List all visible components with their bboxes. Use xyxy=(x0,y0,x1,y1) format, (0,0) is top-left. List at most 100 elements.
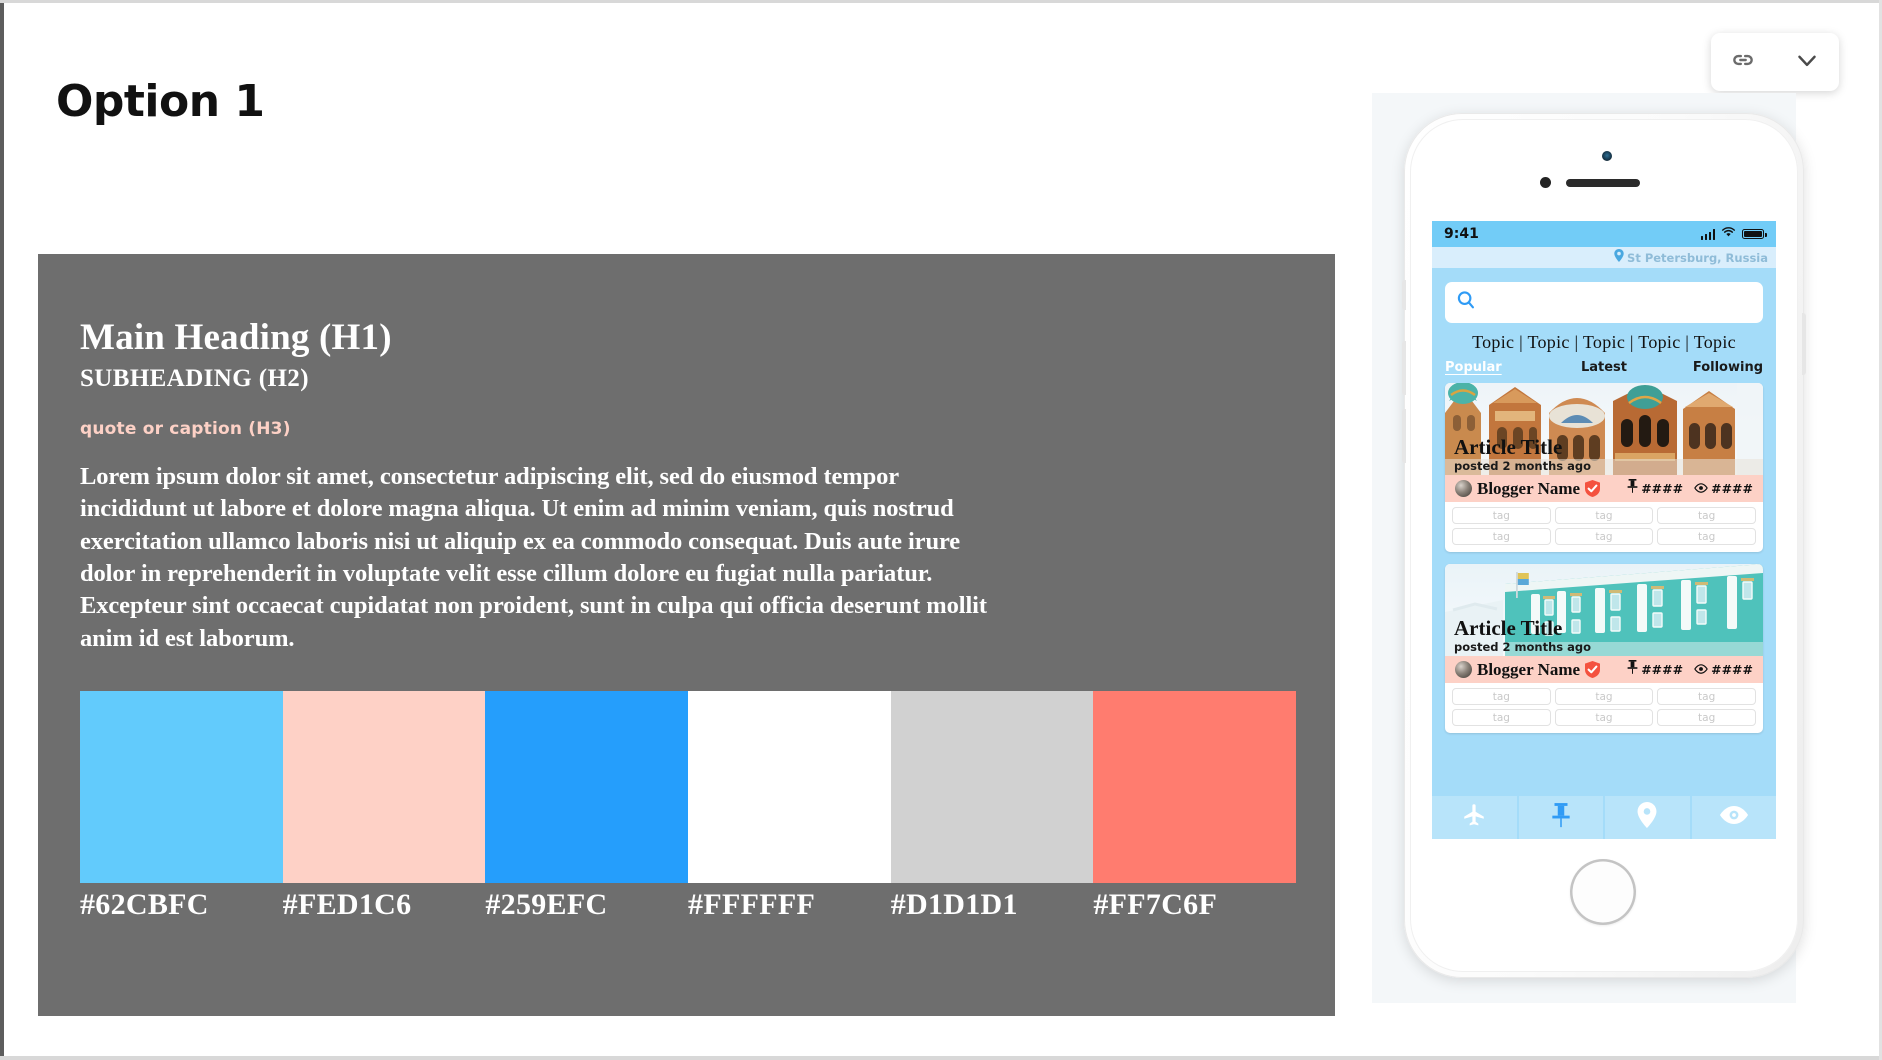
article-timestamp: posted 2 months ago xyxy=(1454,640,1592,654)
feed-tabs: Popular Latest Following xyxy=(1432,357,1776,383)
view-count: #### xyxy=(1711,481,1753,496)
pushpin-icon xyxy=(1550,802,1572,833)
article-timestamp: posted 2 months ago xyxy=(1454,459,1592,473)
volume-up-button[interactable] xyxy=(1402,341,1406,395)
color-swatch[interactable] xyxy=(890,691,1094,883)
slide-left-rail xyxy=(0,0,4,1060)
pin-count: #### xyxy=(1641,662,1684,677)
article-author-row: Blogger Name #### #### xyxy=(1445,475,1763,502)
article-thumbnail: Article Title posted 2 months ago xyxy=(1445,383,1763,475)
page-title: Option 1 xyxy=(56,76,265,127)
home-button[interactable] xyxy=(1570,859,1636,925)
body-text-sample: Lorem ipsum dolor sit amet, consectetur … xyxy=(80,463,987,652)
volume-down-button[interactable] xyxy=(1402,409,1406,463)
phone-bezel: 9:41 St Petersburg, Russia Topic | Topic… xyxy=(1410,119,1798,972)
color-hex-label: #259EFC xyxy=(485,888,608,921)
search-bar[interactable] xyxy=(1445,282,1763,323)
tag-chip[interactable]: tag xyxy=(1657,507,1756,524)
earpiece-speaker xyxy=(1566,179,1640,187)
article-card[interactable]: Article Title posted 2 months ago Blogge… xyxy=(1445,383,1763,552)
power-button[interactable] xyxy=(1802,313,1806,375)
article-stats: #### #### xyxy=(1627,479,1753,498)
search-input[interactable] xyxy=(1483,294,1752,311)
article-heading-block: Article Title posted 2 months ago xyxy=(1454,617,1591,654)
tag-chip[interactable]: tag xyxy=(1554,507,1654,524)
pushpin-icon xyxy=(1627,479,1638,498)
article-card[interactable]: Article Title posted 2 months ago Blogge… xyxy=(1445,564,1763,733)
verified-badge-icon xyxy=(1585,480,1601,497)
avatar xyxy=(1455,480,1472,497)
tab-following[interactable]: Following xyxy=(1657,360,1763,375)
pin-stat: #### xyxy=(1627,479,1683,498)
link-icon xyxy=(1730,47,1756,78)
front-camera-icon xyxy=(1602,151,1612,161)
color-swatch-strip xyxy=(80,691,1297,883)
nav-item-explore[interactable] xyxy=(1432,796,1519,839)
status-indicators xyxy=(1700,225,1767,243)
tag-chip[interactable]: tag xyxy=(1452,507,1551,524)
tab-popular[interactable]: Popular xyxy=(1445,360,1551,375)
mute-switch[interactable] xyxy=(1402,280,1406,310)
tag-grid: tag tag tag tag tag tag xyxy=(1445,502,1763,552)
tag-chip[interactable]: tag xyxy=(1452,528,1551,545)
color-swatch[interactable] xyxy=(485,691,689,883)
color-swatch[interactable] xyxy=(80,691,283,883)
color-swatch[interactable] xyxy=(282,691,486,883)
color-hex-label: #FF7C6F xyxy=(1093,888,1218,921)
status-time: 9:41 xyxy=(1444,226,1479,242)
heading-h3-sample: quote or caption (H3) xyxy=(80,419,291,439)
eye-icon xyxy=(1719,804,1749,831)
article-title: Article Title xyxy=(1454,615,1563,640)
color-swatch-labels: #62CBFC #FED1C6 #259EFC #FFFFFF #D1D1D1 … xyxy=(80,888,1296,922)
heading-h2-sample: SUBHEADING (H2) xyxy=(80,365,309,392)
style-panel: Main Heading (H1) SUBHEADING (H2) quote … xyxy=(38,254,1335,1016)
phone-screen: 9:41 St Petersburg, Russia Topic | Topic… xyxy=(1432,221,1776,839)
slide-bottom-edge xyxy=(0,1056,1882,1060)
tag-chip[interactable]: tag xyxy=(1657,688,1756,705)
nav-item-location[interactable] xyxy=(1605,796,1692,839)
color-hex-label: #62CBFC xyxy=(80,888,209,921)
view-stat: #### xyxy=(1694,661,1753,679)
tag-chip[interactable]: tag xyxy=(1554,709,1654,726)
tag-chip[interactable]: tag xyxy=(1554,688,1654,705)
slide-top-edge xyxy=(0,0,1882,3)
iphone-mockup: 9:41 St Petersburg, Russia Topic | Topic… xyxy=(1402,113,1806,978)
battery-icon xyxy=(1742,229,1767,239)
toolbar-expand-button[interactable] xyxy=(1784,39,1830,85)
view-count: #### xyxy=(1711,662,1753,677)
search-icon xyxy=(1456,290,1476,315)
topic-list[interactable]: Topic | Topic | Topic | Topic | Topic xyxy=(1432,323,1776,357)
location-bar: St Petersburg, Russia xyxy=(1432,247,1776,268)
color-swatch[interactable] xyxy=(1093,691,1297,883)
tag-grid: tag tag tag tag tag tag xyxy=(1445,683,1763,733)
tag-chip[interactable]: tag xyxy=(1452,688,1551,705)
article-title: Article Title xyxy=(1454,434,1563,459)
location-text: St Petersburg, Russia xyxy=(1627,250,1768,265)
author-name[interactable]: Blogger Name xyxy=(1477,479,1580,499)
eye-icon xyxy=(1694,480,1708,498)
slide-canvas: Option 1 Main Heading (H1) SUBHEADING (H… xyxy=(0,0,1882,1060)
article-thumbnail: Article Title posted 2 months ago xyxy=(1445,564,1763,656)
cellular-signal-icon xyxy=(1700,228,1715,240)
nav-item-watching[interactable] xyxy=(1691,796,1776,839)
status-bar: 9:41 xyxy=(1432,221,1776,247)
pin-count: #### xyxy=(1641,481,1684,496)
eye-icon xyxy=(1694,661,1708,679)
tab-latest[interactable]: Latest xyxy=(1551,360,1657,375)
tag-chip[interactable]: tag xyxy=(1657,528,1756,545)
airplane-icon xyxy=(1461,802,1487,833)
tag-chip[interactable]: tag xyxy=(1452,709,1551,726)
color-hex-label: #FFFFFF xyxy=(688,888,816,921)
nav-item-pinned[interactable] xyxy=(1518,796,1605,839)
tag-chip[interactable]: tag xyxy=(1657,709,1756,726)
author-name[interactable]: Blogger Name xyxy=(1477,660,1580,680)
color-swatch[interactable] xyxy=(688,691,891,883)
color-hex-label: #FED1C6 xyxy=(282,888,412,921)
search-section xyxy=(1432,268,1776,323)
color-hex-label: #D1D1D1 xyxy=(890,888,1018,921)
tag-chip[interactable]: tag xyxy=(1554,528,1654,545)
link-button[interactable] xyxy=(1720,39,1766,85)
map-pin-icon xyxy=(1614,248,1624,267)
article-feed[interactable]: Article Title posted 2 months ago Blogge… xyxy=(1432,383,1776,780)
proximity-sensor-icon xyxy=(1540,177,1551,188)
